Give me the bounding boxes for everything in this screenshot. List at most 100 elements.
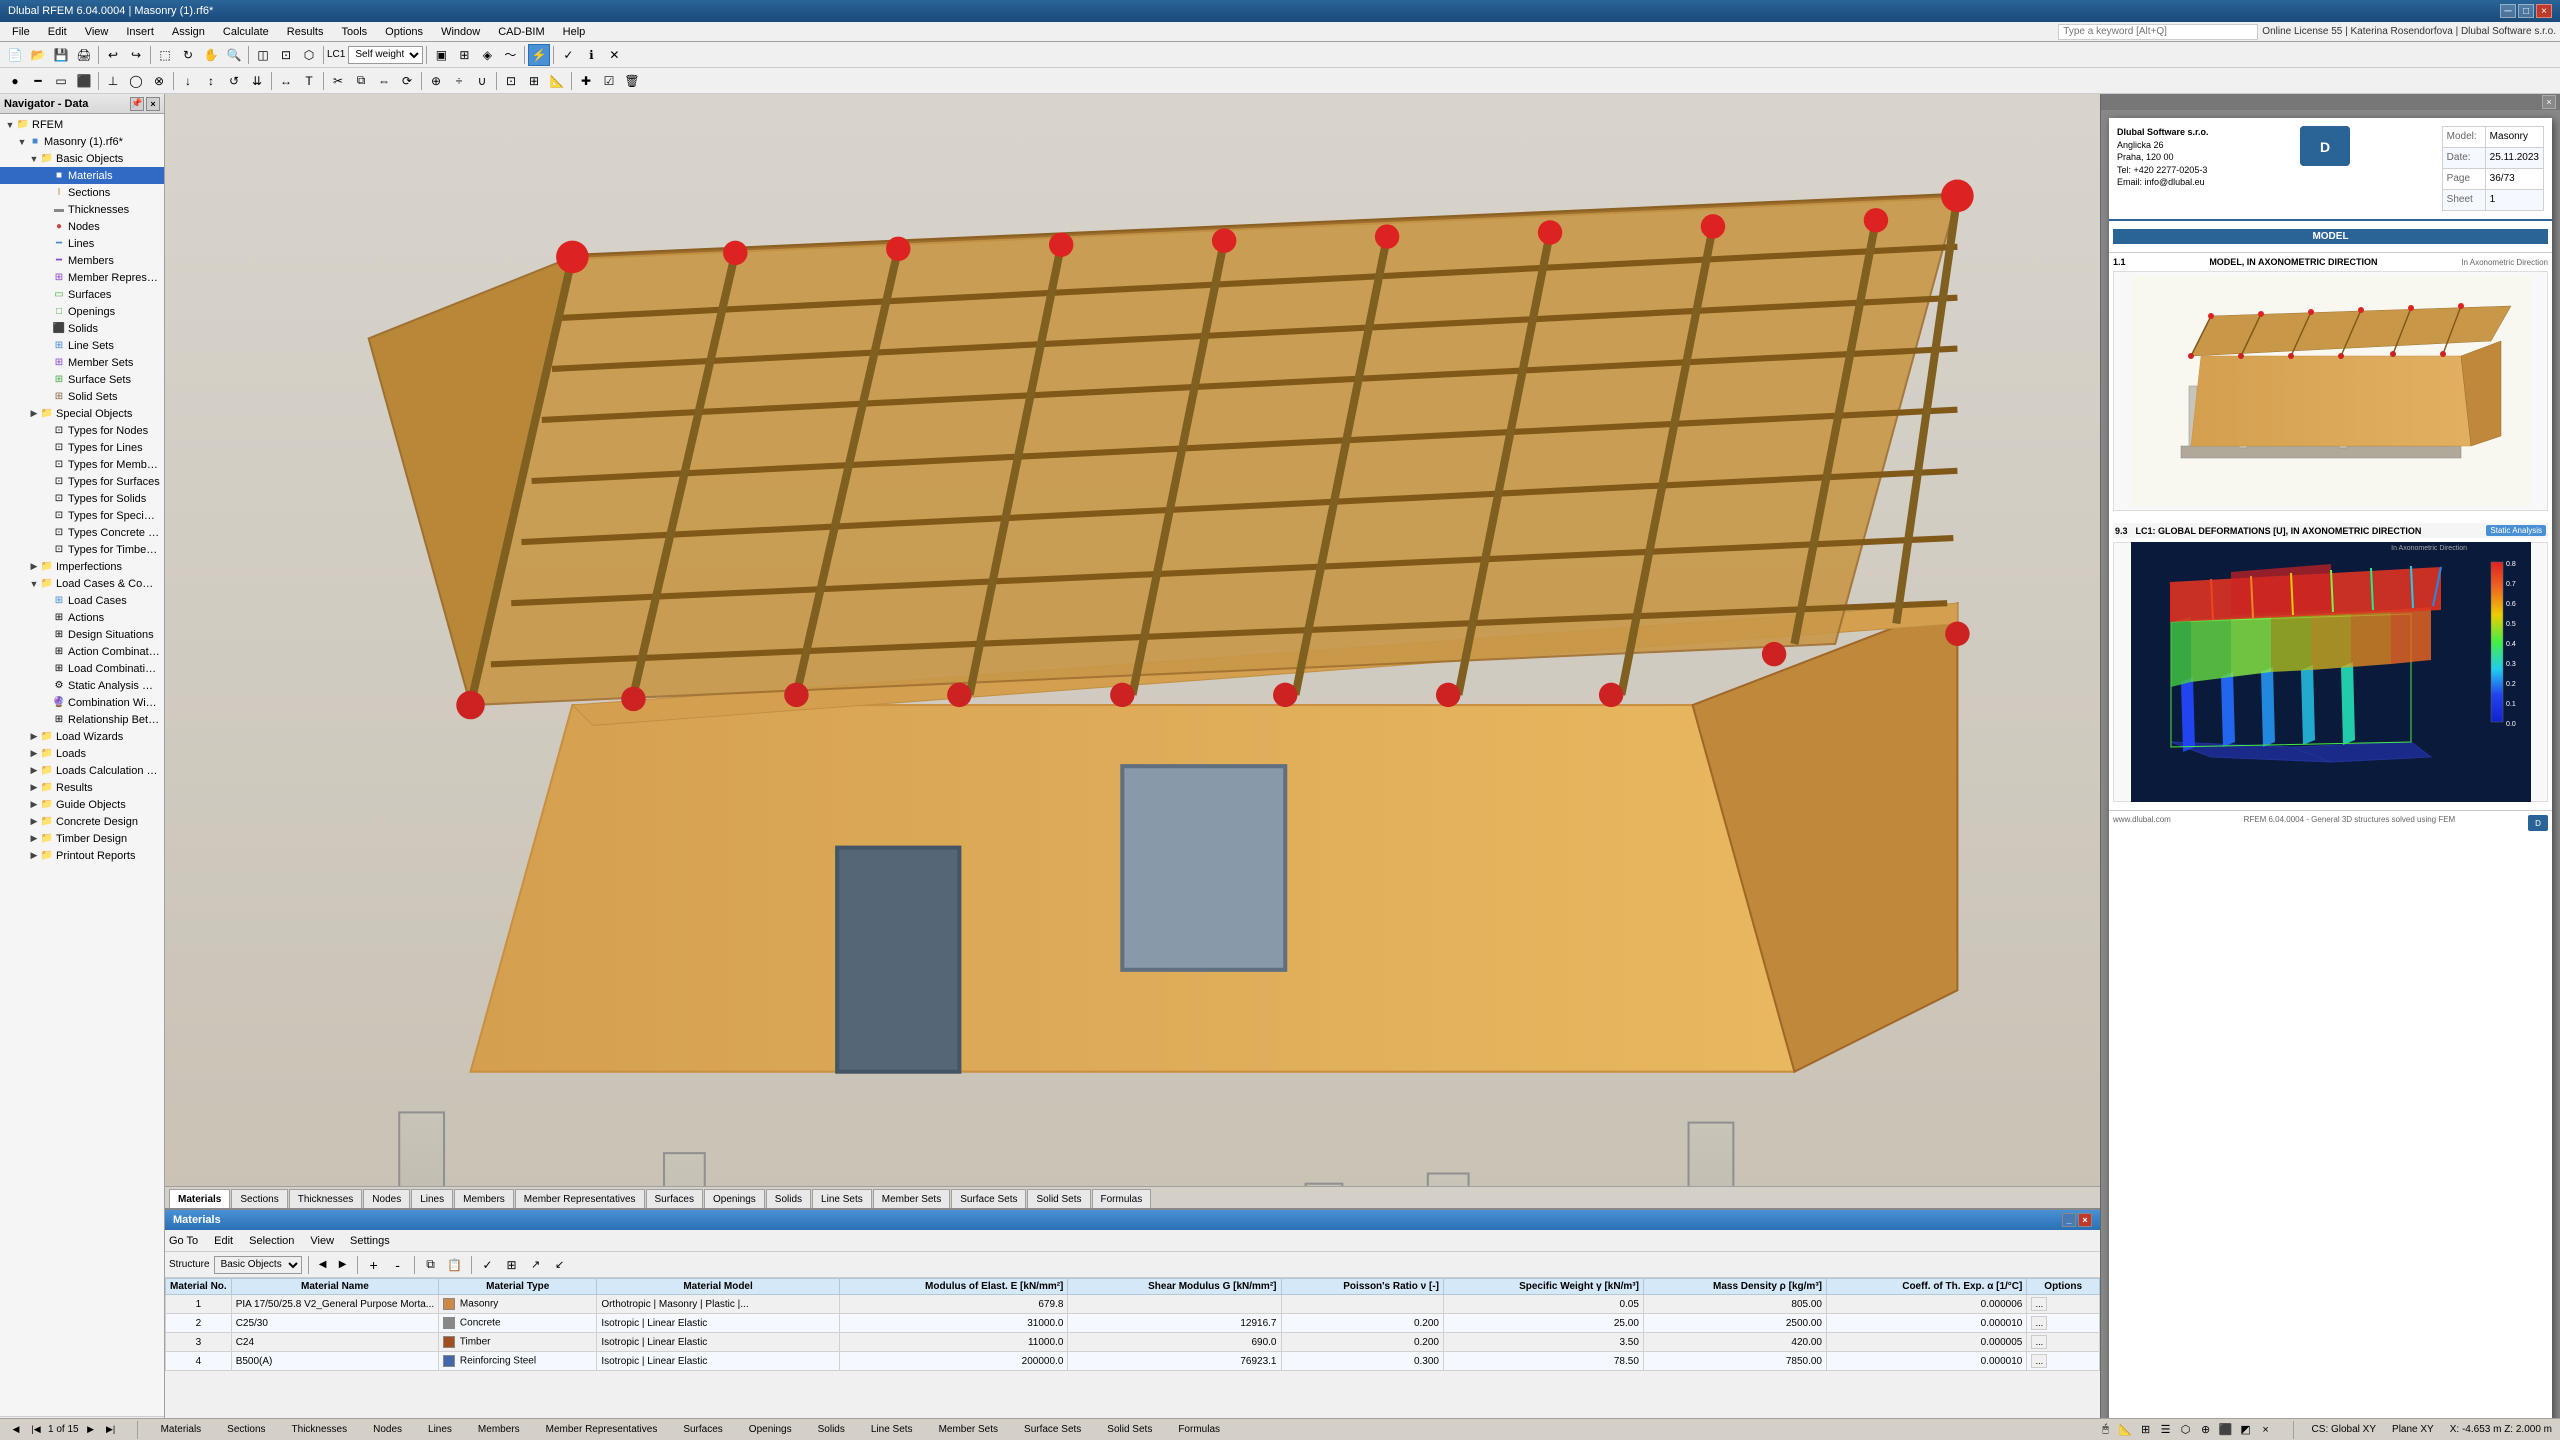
statusbar-icon6[interactable]: ⊕ [2197, 1421, 2215, 1439]
page-prev[interactable]: ◀ [8, 1422, 24, 1438]
line-tool[interactable]: ━ [27, 70, 49, 92]
print-button[interactable]: 🖨 [73, 44, 95, 66]
page-next[interactable]: ▶ [83, 1422, 99, 1438]
tab-formulas[interactable]: Formulas [1092, 1189, 1152, 1208]
select-button[interactable]: ⬚ [154, 44, 176, 66]
tab-materials-status[interactable]: Materials [156, 1421, 207, 1439]
tab-solids-status[interactable]: Solids [813, 1421, 850, 1439]
tab-nodes-status[interactable]: Nodes [368, 1421, 407, 1439]
nav-members[interactable]: ━ Members [0, 252, 164, 269]
nav-load-combs[interactable]: ⊞ Load Combinations [0, 660, 164, 677]
bottom-panel-close[interactable]: × [2078, 1213, 2092, 1227]
nav-lines[interactable]: ━ Lines [0, 235, 164, 252]
bottom-prev[interactable]: ◀ [315, 1257, 331, 1273]
menu-options[interactable]: Options [377, 24, 431, 40]
nav-types-concrete[interactable]: ⊡ Types Concrete Design [0, 524, 164, 541]
deform-btn[interactable]: 〜 [499, 44, 521, 66]
tab-solid-sets-status[interactable]: Solid Sets [1102, 1421, 1157, 1439]
nav-types-members[interactable]: ⊡ Types for Members [0, 456, 164, 473]
statusbar-icon2[interactable]: 📐 [2117, 1421, 2135, 1439]
save-button[interactable]: 💾 [50, 44, 72, 66]
load-tool[interactable]: ↓ [177, 70, 199, 92]
tab-surface-sets-status[interactable]: Surface Sets [1019, 1421, 1086, 1439]
menu-calculate[interactable]: Calculate [215, 24, 277, 40]
table-row[interactable]: 1 PIA 17/50/25.8 V2_General Purpose Mort… [166, 1295, 2100, 1314]
bottom-menu-edit[interactable]: Edit [214, 1235, 233, 1247]
info-btn[interactable]: ℹ [580, 44, 602, 66]
release-tool[interactable]: ⊗ [148, 70, 170, 92]
nav-load-cases[interactable]: ⊞ Load Cases [0, 592, 164, 609]
page-first[interactable]: |◀ [28, 1422, 44, 1438]
results-btn[interactable]: ◈ [476, 44, 498, 66]
menu-help[interactable]: Help [555, 24, 594, 40]
text-tool[interactable]: T [298, 70, 320, 92]
bottom-add[interactable]: + [364, 1255, 384, 1275]
tab-sections[interactable]: Sections [231, 1189, 287, 1208]
bottom-export[interactable]: ↗ [526, 1255, 546, 1275]
options-btn[interactable]: ... [2031, 1316, 2047, 1330]
copy-tool[interactable]: ⧉ [350, 70, 372, 92]
table-row[interactable]: 2 C25/30 Concrete Isotropic | Linear Ela… [166, 1314, 2100, 1333]
view-3d[interactable]: ⬡ [298, 44, 320, 66]
nav-guide-objects[interactable]: ▶ 📁 Guide Objects [0, 796, 164, 813]
nav-surfaces[interactable]: ▭ Surfaces [0, 286, 164, 303]
menu-window[interactable]: Window [433, 24, 488, 40]
tab-line-sets-status[interactable]: Line Sets [866, 1421, 918, 1439]
node-tool[interactable]: ● [4, 70, 26, 92]
delete-btn[interactable]: ✕ [603, 44, 625, 66]
tab-line-sets[interactable]: Line Sets [812, 1189, 872, 1208]
options-btn[interactable]: ... [2031, 1335, 2047, 1349]
mirror-tool[interactable]: ⇔ [373, 70, 395, 92]
bottom-check[interactable]: ✓ [478, 1255, 498, 1275]
calc-btn[interactable]: ⚡ [528, 44, 550, 66]
tab-nodes[interactable]: Nodes [363, 1189, 410, 1208]
view-front[interactable]: ◫ [252, 44, 274, 66]
nav-types-solids[interactable]: ⊡ Types for Solids [0, 490, 164, 507]
mesh-btn[interactable]: ⊞ [453, 44, 475, 66]
nav-types-timber[interactable]: ⊡ Types for Timber Design [0, 541, 164, 558]
open-button[interactable]: 📂 [27, 44, 49, 66]
nav-pin[interactable]: 📌 [130, 97, 144, 111]
snap-tool[interactable]: ⊡ [500, 70, 522, 92]
bottom-import[interactable]: ↙ [550, 1255, 570, 1275]
tab-surfaces-status[interactable]: Surfaces [678, 1421, 727, 1439]
nav-comb-wizards[interactable]: 🔮 Combination Wizards [0, 694, 164, 711]
undo-button[interactable]: ↩ [102, 44, 124, 66]
grid-tool[interactable]: ⊞ [523, 70, 545, 92]
bottom-menu-settings[interactable]: Settings [350, 1235, 390, 1247]
nav-relationship[interactable]: ⊞ Relationship Between Load Cases [0, 711, 164, 728]
divide-tool[interactable]: ÷ [448, 70, 470, 92]
tab-openings[interactable]: Openings [704, 1189, 765, 1208]
filter-dropdown[interactable]: Basic Objects Load Cases Results [214, 1256, 302, 1274]
moment-tool[interactable]: ↺ [223, 70, 245, 92]
nav-timber-design[interactable]: ▶ 📁 Timber Design [0, 830, 164, 847]
tab-member-reps[interactable]: Member Representatives [515, 1189, 645, 1208]
check-btn[interactable]: ✓ [557, 44, 579, 66]
measure-tool[interactable]: 📐 [546, 70, 568, 92]
menu-results[interactable]: Results [279, 24, 332, 40]
nav-static-settings[interactable]: ⚙ Static Analysis Settings [0, 677, 164, 694]
nav-solid-sets[interactable]: ⊞ Solid Sets [0, 388, 164, 405]
cross-tool[interactable]: ✚ [575, 70, 597, 92]
nav-design-situations[interactable]: ⊞ Design Situations [0, 626, 164, 643]
scissors-tool[interactable]: ✂ [327, 70, 349, 92]
table-row[interactable]: 3 C24 Timber Isotropic | Linear Elastic … [166, 1333, 2100, 1352]
rotate-button[interactable]: ↻ [177, 44, 199, 66]
bottom-next[interactable]: ▶ [335, 1257, 351, 1273]
bottom-menu-view[interactable]: View [310, 1235, 334, 1247]
bottom-paste[interactable]: 📋 [445, 1255, 465, 1275]
statusbar-icon4[interactable]: ☰ [2157, 1421, 2175, 1439]
delete2-tool[interactable]: 🗑 [621, 70, 643, 92]
bottom-menu-goto[interactable]: Go To [169, 1235, 198, 1247]
close-button[interactable]: × [2536, 4, 2552, 18]
nav-printout-reports[interactable]: ▶ 📁 Printout Reports [0, 847, 164, 864]
tab-solids[interactable]: Solids [766, 1189, 811, 1208]
nav-concrete-design[interactable]: ▶ 📁 Concrete Design [0, 813, 164, 830]
table-row[interactable]: 4 B500(A) Reinforcing Steel Isotropic | … [166, 1352, 2100, 1371]
tab-surface-sets[interactable]: Surface Sets [951, 1189, 1026, 1208]
nav-member-sets[interactable]: ⊞ Member Sets [0, 354, 164, 371]
tab-members-status[interactable]: Members [473, 1421, 525, 1439]
pan-button[interactable]: ✋ [200, 44, 222, 66]
hinge-tool[interactable]: ◯ [125, 70, 147, 92]
statusbar-icon5[interactable]: ⬡ [2177, 1421, 2195, 1439]
